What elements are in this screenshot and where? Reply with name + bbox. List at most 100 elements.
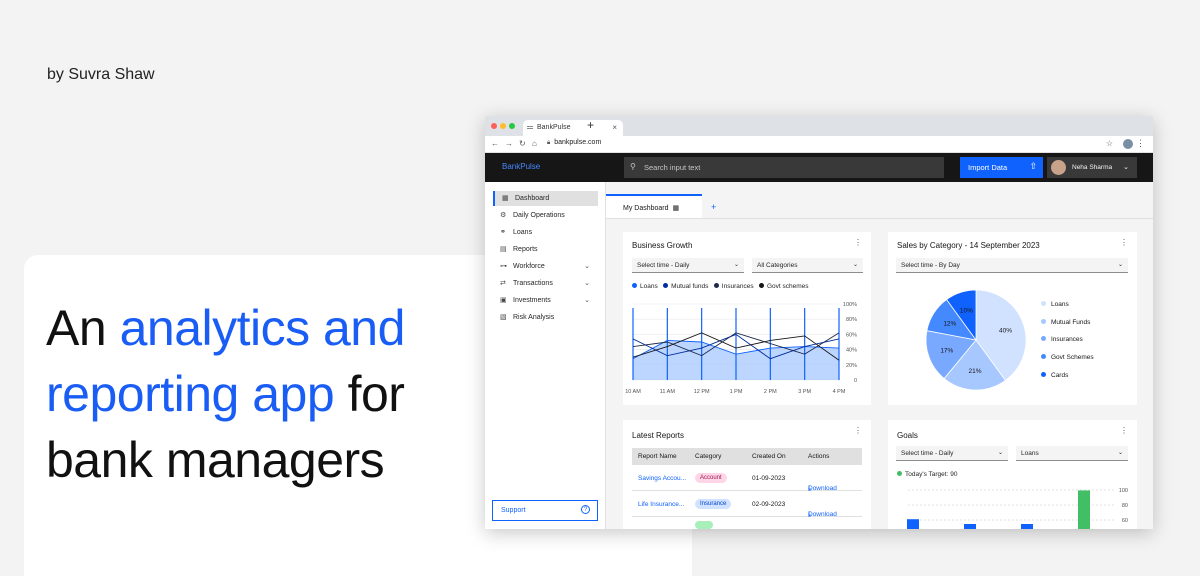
column-header: Created On	[752, 453, 786, 460]
sales-by-category-card: Sales by Category - 14 September 2023 ⋮ …	[888, 232, 1137, 405]
x-tick-label: 3 PM	[798, 389, 811, 395]
address-bar[interactable]: 🔒︎ bankpulse.com	[547, 139, 601, 147]
close-window-button[interactable]	[491, 123, 497, 129]
back-icon[interactable]: ←	[491, 139, 499, 148]
sidebar: ▦ Dashboard ⚙ Daily Operations ⚭ Loans ▤ Rep…	[485, 182, 606, 529]
card-title: Latest Reports	[632, 431, 685, 440]
legend-swatch	[1041, 354, 1046, 360]
legend-item: Mutual funds	[671, 283, 709, 290]
legend-label: Govt Schemes	[1051, 354, 1094, 362]
operations-icon: ⚙	[500, 212, 507, 219]
support-button[interactable]: Support ?	[492, 500, 598, 521]
url-text: bankpulse.com	[554, 139, 602, 146]
app-header: BankPulse ⚲ Search input text Import Dat…	[485, 153, 1153, 182]
browser-tabbar: BankPulse × +	[485, 116, 1153, 136]
time-select-value: Select time - By Day	[901, 262, 960, 269]
sidebar-item-reports[interactable]: ▤ Reports	[493, 242, 598, 257]
forward-icon[interactable]: →	[505, 139, 513, 148]
column-header: Category	[695, 453, 722, 460]
search-icon: ⚲	[630, 162, 636, 171]
table-row: Life Insurance... Insurance 02-09-2023 D…	[632, 491, 862, 518]
add-tab-button[interactable]: +	[711, 202, 716, 212]
report-name-link[interactable]: Life Insurance...	[638, 501, 684, 508]
time-select[interactable]: Select time - By Day ⌄	[896, 258, 1128, 273]
time-select[interactable]: Select time - Daily ⌄	[896, 446, 1008, 461]
chevron-down-icon: ⌄	[997, 450, 1003, 456]
overflow-menu-icon[interactable]: ⋮	[1120, 426, 1128, 435]
chevron-down-icon: ⌄	[1117, 262, 1123, 268]
business-growth-chart: 100% 80% 60% 40% 20% 0 10 AM 11 AM 12 PM 1 PM 2 PM…	[625, 302, 857, 395]
new-tab-button[interactable]: +	[587, 118, 594, 132]
reports-icon: ▤	[500, 246, 507, 253]
goal-bar	[964, 524, 976, 529]
table-row	[632, 517, 862, 529]
chevron-down-icon: ⌄	[584, 297, 590, 304]
x-tick-label: 2 PM	[764, 389, 777, 395]
browser-profile-avatar[interactable]	[1123, 139, 1133, 149]
created-date: 01-09-2023	[752, 475, 786, 482]
time-select-value: Select time - Daily	[637, 262, 690, 269]
goal-target: Today's Target: 90	[897, 471, 957, 478]
overflow-menu-icon[interactable]: ⋮	[854, 238, 862, 247]
investments-icon: ▣	[500, 297, 507, 304]
time-select-value: Select time - Daily	[901, 450, 954, 457]
transactions-icon: ⇄	[500, 280, 506, 287]
legend-swatch	[1041, 318, 1046, 324]
sidebar-item-risk-analysis[interactable]: ▧ Risk Analysis	[493, 310, 598, 325]
home-icon[interactable]: ⌂	[532, 139, 537, 148]
target-status-dot	[897, 471, 902, 476]
loans-icon: ⚭	[500, 229, 506, 236]
maximize-window-button[interactable]	[509, 123, 515, 129]
legend-item: Mutual Funds	[1041, 314, 1094, 332]
legend-swatch	[713, 283, 719, 288]
overflow-menu-icon[interactable]: ⋮	[1120, 238, 1128, 247]
import-data-label: Import Data	[968, 163, 1008, 172]
sidebar-item-label: Loans	[513, 229, 533, 236]
legend-item: Insurances	[1041, 331, 1094, 349]
type-select[interactable]: Loans ⌄	[1016, 446, 1128, 461]
sidebar-item-dashboard[interactable]: ▦ Dashboard	[493, 191, 598, 206]
grid-icon: ▦	[672, 205, 680, 212]
tab-my-dashboard[interactable]: My Dashboard ▦	[606, 194, 702, 218]
legend-item: Insurances	[721, 283, 754, 290]
browser-tab[interactable]: BankPulse ×	[523, 120, 623, 136]
browser-menu-icon[interactable]: ⋮	[1136, 138, 1145, 149]
card-title: Business Growth	[632, 241, 693, 250]
browser-window: BankPulse × + ← → ↻ ⌂ 🔒︎ bankpulse.com ☆ …	[485, 116, 1153, 529]
minimize-window-button[interactable]	[500, 123, 506, 129]
legend-item: Loans	[1041, 296, 1094, 314]
tab-label: My Dashboard	[623, 205, 669, 212]
user-menu[interactable]: Neha Sharma ⌄	[1047, 157, 1137, 178]
legend-item: Govt Schemes	[1041, 349, 1094, 367]
reports-table: Report Name Category Created On Actions …	[632, 448, 862, 529]
report-name-link[interactable]: Savings Accou...	[638, 475, 686, 482]
search-input[interactable]: ⚲ Search input text	[624, 157, 944, 178]
chevron-down-icon: ⌄	[1117, 450, 1123, 456]
close-tab-icon[interactable]: ×	[612, 123, 617, 132]
target-label: Today's Target: 90	[905, 471, 958, 478]
bookmark-star-icon[interactable]: ☆	[1106, 139, 1113, 148]
sidebar-item-daily-operations[interactable]: ⚙ Daily Operations	[493, 208, 598, 223]
sidebar-item-loans[interactable]: ⚭ Loans	[493, 225, 598, 240]
legend-item: Govt schemes	[767, 283, 809, 290]
sidebar-item-transactions[interactable]: ⇄ Transactions ⌄	[493, 276, 598, 291]
app-brand[interactable]: BankPulse	[502, 162, 540, 171]
x-tick-label: 1 PM	[730, 389, 743, 395]
help-icon: ?	[581, 505, 590, 514]
workforce-icon: ⊶	[500, 263, 507, 270]
user-name: Neha Sharma	[1072, 164, 1113, 171]
legend-label: Insurances	[1051, 336, 1083, 344]
user-avatar	[1051, 160, 1066, 175]
sidebar-item-investments[interactable]: ▣ Investments ⌄	[493, 293, 598, 308]
category-tag: Account	[695, 473, 727, 483]
reload-icon[interactable]: ↻	[519, 139, 526, 148]
tab-divider	[606, 218, 1153, 219]
time-select[interactable]: Select time - Daily ⌄	[632, 258, 744, 273]
category-select[interactable]: All Categories ⌄	[752, 258, 863, 273]
pie-slice-label: 40%	[999, 327, 1012, 334]
dashboard-main: My Dashboard ▦ + Business Growth ⋮ Select…	[606, 182, 1153, 529]
import-data-button[interactable]: Import Data ⇧	[960, 157, 1043, 178]
sidebar-item-workforce[interactable]: ⊶ Workforce ⌄	[493, 259, 598, 274]
goals-card: Goals ⋮ Select time - Daily ⌄ Loans ⌄ Toda…	[888, 420, 1137, 529]
overflow-menu-icon[interactable]: ⋮	[854, 426, 862, 435]
